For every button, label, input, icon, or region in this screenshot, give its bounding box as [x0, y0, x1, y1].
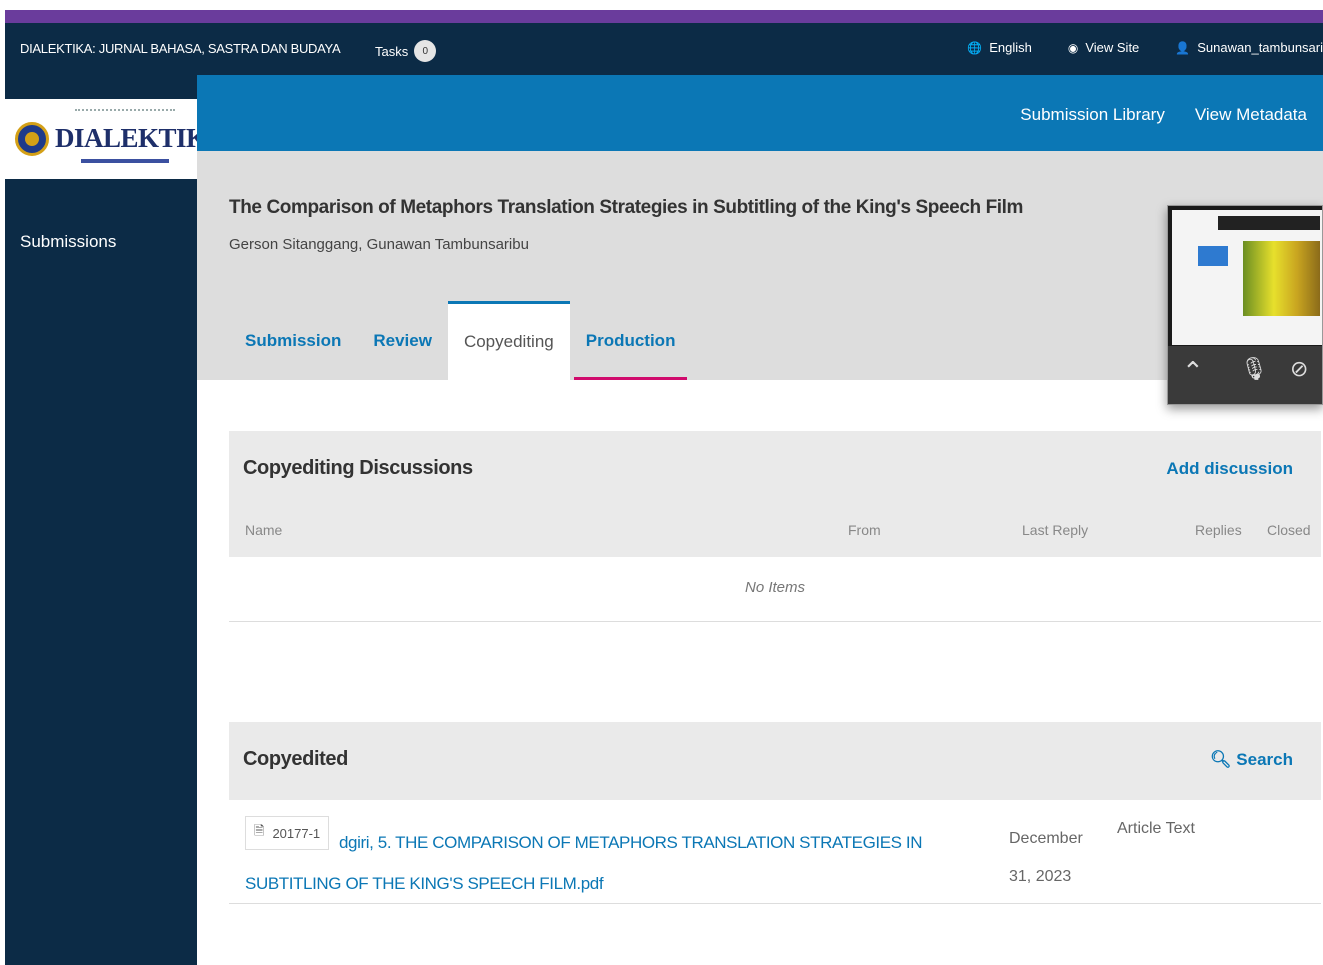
- empty-state-text: No Items: [744, 579, 805, 596]
- column-header-replies: Replies: [1195, 522, 1242, 538]
- user-icon: 👤: [1175, 40, 1191, 55]
- search-button[interactable]: 🔍︎ Search: [1210, 750, 1293, 770]
- language-label: English: [989, 40, 1032, 55]
- column-header-closed: Closed: [1267, 522, 1311, 538]
- video-call-thumbnail[interactable]: ⌃ 🎙 ⊘: [1167, 205, 1323, 405]
- file-date: December 31, 2023: [1009, 830, 1083, 885]
- logo-stripe: [81, 159, 169, 163]
- tab-copyediting[interactable]: Copyediting: [447, 301, 570, 380]
- column-header-name: Name: [245, 522, 283, 538]
- submission-title: The Comparison of Metaphors Translation …: [229, 197, 1024, 218]
- user-account-menu[interactable]: 👤 Sunawan_tambunsari: [1175, 40, 1323, 55]
- add-discussion-button[interactable]: Add discussion: [1166, 459, 1293, 479]
- discussions-title: Copyediting Discussions: [243, 457, 473, 479]
- view-metadata-link[interactable]: View Metadata: [1195, 105, 1307, 125]
- globe-icon: 🌐: [967, 40, 983, 55]
- tasks-count-badge: 0: [414, 40, 437, 62]
- copyedited-title: Copyedited: [243, 748, 348, 770]
- logo-decoration: [75, 109, 175, 113]
- submission-header: The Comparison of Metaphors Translation …: [197, 151, 1323, 380]
- discussions-empty-row: No Items: [229, 557, 1321, 622]
- file-genre: Article Text: [1117, 820, 1195, 837]
- tab-review[interactable]: Review: [357, 301, 448, 380]
- slide-chart-graphic: [1243, 241, 1320, 316]
- user-menu: 🌐 English ◉ View Site 👤 Sunawan_tambunsa…: [967, 40, 1323, 55]
- logo-seal-icon: [15, 122, 49, 156]
- accent-bar: [5, 10, 1323, 23]
- language-menu[interactable]: 🌐 English: [967, 40, 1032, 55]
- tab-production[interactable]: Production: [570, 301, 692, 380]
- tab-submission[interactable]: Submission: [229, 301, 357, 380]
- column-header-last-reply: Last Reply: [1022, 522, 1089, 538]
- pdf-file-icon: 🗎: [254, 823, 265, 838]
- workflow-tabs: Submission Review Copyediting Production: [229, 301, 691, 380]
- page-header: Submission Library View Metadata: [197, 75, 1323, 151]
- camera-off-icon[interactable]: ⊘: [1290, 356, 1308, 382]
- column-header-from: From: [848, 522, 881, 538]
- journal-logo[interactable]: DIALEKTIKA: [5, 99, 226, 179]
- copyedited-panel-header: Copyedited 🔍︎ Search: [229, 722, 1321, 800]
- submission-authors: Gerson Sitanggang, Gunawan Tambunsaribu: [229, 236, 529, 253]
- view-site-label: View Site: [1085, 40, 1140, 55]
- microphone-off-icon[interactable]: 🎙: [1240, 356, 1268, 382]
- search-label: Search: [1236, 750, 1293, 769]
- site-title[interactable]: DIALEKTIKA: JURNAL BAHASA, SASTRA DAN BU…: [20, 41, 341, 56]
- slide-header: [1218, 216, 1320, 230]
- top-navigation-bar: DIALEKTIKA: JURNAL BAHASA, SASTRA DAN BU…: [5, 23, 1323, 75]
- eye-icon: ◉: [1067, 40, 1079, 55]
- file-name-link[interactable]: dgiri, 5. THE COMPARISON OF METAPHORS TR…: [245, 822, 985, 904]
- slide-graphic: [1198, 246, 1228, 266]
- tasks-label: Tasks: [375, 43, 409, 59]
- sidebar-item-submissions[interactable]: Submissions: [20, 232, 116, 252]
- view-site-link[interactable]: ◉ View Site: [1068, 40, 1139, 55]
- search-icon: 🔍︎: [1209, 750, 1232, 769]
- tasks-button[interactable]: Tasks 0: [375, 40, 437, 62]
- username-label: Sunawan_tambunsari: [1197, 40, 1323, 55]
- chevron-up-icon[interactable]: ⌃: [1182, 356, 1204, 387]
- submission-library-link[interactable]: Submission Library: [1020, 105, 1165, 125]
- sidebar: DIALEKTIKA Submissions: [5, 75, 226, 965]
- discussions-panel-header: Copyediting Discussions Add discussion N…: [229, 431, 1321, 557]
- file-id: 20177-1: [272, 825, 321, 841]
- file-id-badge: 🗎 20177-1: [245, 816, 330, 850]
- table-row: dgiri, 5. THE COMPARISON OF METAPHORS TR…: [229, 800, 1321, 904]
